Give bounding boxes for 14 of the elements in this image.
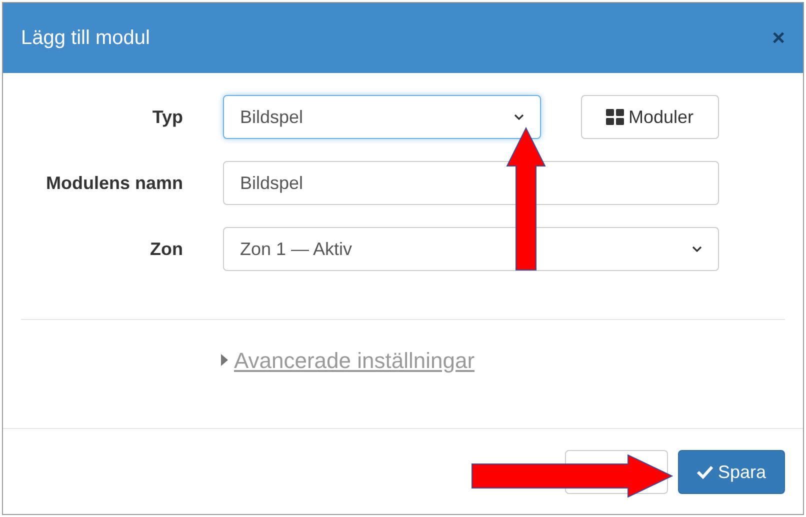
modules-button[interactable]: Moduler bbox=[581, 95, 719, 139]
select-field[interactable]: Bildspel bbox=[223, 95, 541, 139]
caret-right-icon bbox=[221, 354, 228, 366]
dialog-title: Lägg till modul bbox=[21, 26, 150, 51]
save-button[interactable]: Spara bbox=[678, 450, 785, 494]
grid-icon bbox=[606, 109, 624, 125]
field-label: Zon bbox=[149, 238, 183, 260]
chevron-down-icon bbox=[514, 112, 524, 122]
chevron-down-icon bbox=[692, 244, 702, 254]
field-label: Typ bbox=[151, 106, 183, 129]
select-field[interactable]: Zon 1 — Aktiv bbox=[223, 227, 719, 271]
check-icon bbox=[696, 465, 713, 479]
field-label: Modulens namn bbox=[44, 172, 183, 194]
input-field[interactable]: Bildspel bbox=[223, 161, 719, 205]
